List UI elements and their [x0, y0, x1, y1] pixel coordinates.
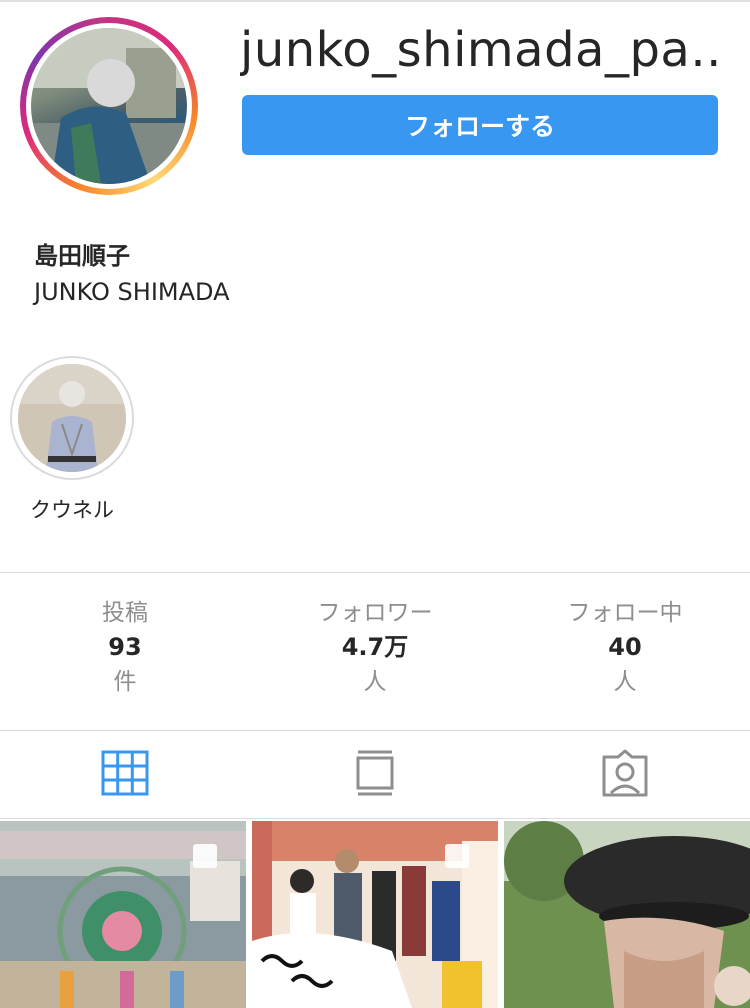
bio-text: JUNKO SHIMADA: [34, 278, 230, 306]
tab-tagged[interactable]: [500, 748, 750, 802]
multiple-images-icon: [444, 843, 470, 869]
grid-top-divider: [0, 818, 750, 819]
stat-following[interactable]: フォロー中 40 人: [500, 598, 750, 698]
follow-button[interactable]: フォローする: [242, 95, 718, 155]
post-thumbnail[interactable]: [0, 821, 246, 1008]
tagged-icon: [600, 749, 650, 801]
avatar-photo: [31, 28, 187, 184]
stat-value: 93: [108, 633, 142, 661]
display-name: 島田順子: [34, 242, 130, 270]
post-thumbnail[interactable]: [252, 821, 498, 1008]
multiple-images-icon: [192, 843, 218, 869]
stat-label: フォロワー: [317, 600, 433, 626]
stat-label: 投稿: [102, 600, 148, 626]
stat-value: 40: [608, 633, 642, 661]
stat-posts[interactable]: 投稿 93 件: [0, 598, 250, 698]
stat-unit: 件: [113, 669, 137, 695]
top-divider: [0, 0, 750, 2]
tab-grid[interactable]: [0, 748, 250, 802]
profile-avatar[interactable]: [20, 17, 198, 195]
highlight-label: クウネル: [30, 498, 114, 522]
highlight-thumbnail: [18, 364, 126, 472]
username: junko_shimada_pa...: [240, 22, 720, 78]
tab-feed[interactable]: [250, 748, 500, 802]
stat-label: フォロー中: [567, 600, 683, 626]
stat-value: 4.7万: [341, 633, 409, 661]
stat-unit: 人: [613, 669, 637, 695]
tabs-top-divider: [0, 730, 750, 731]
post-thumbnail[interactable]: [504, 821, 750, 1008]
stats-top-divider: [0, 572, 750, 573]
stat-followers[interactable]: フォロワー 4.7万 人: [250, 598, 500, 698]
grid-icon: [101, 750, 149, 800]
highlight-story[interactable]: [10, 356, 134, 480]
stat-unit: 人: [363, 669, 387, 695]
feed-icon: [355, 749, 395, 801]
